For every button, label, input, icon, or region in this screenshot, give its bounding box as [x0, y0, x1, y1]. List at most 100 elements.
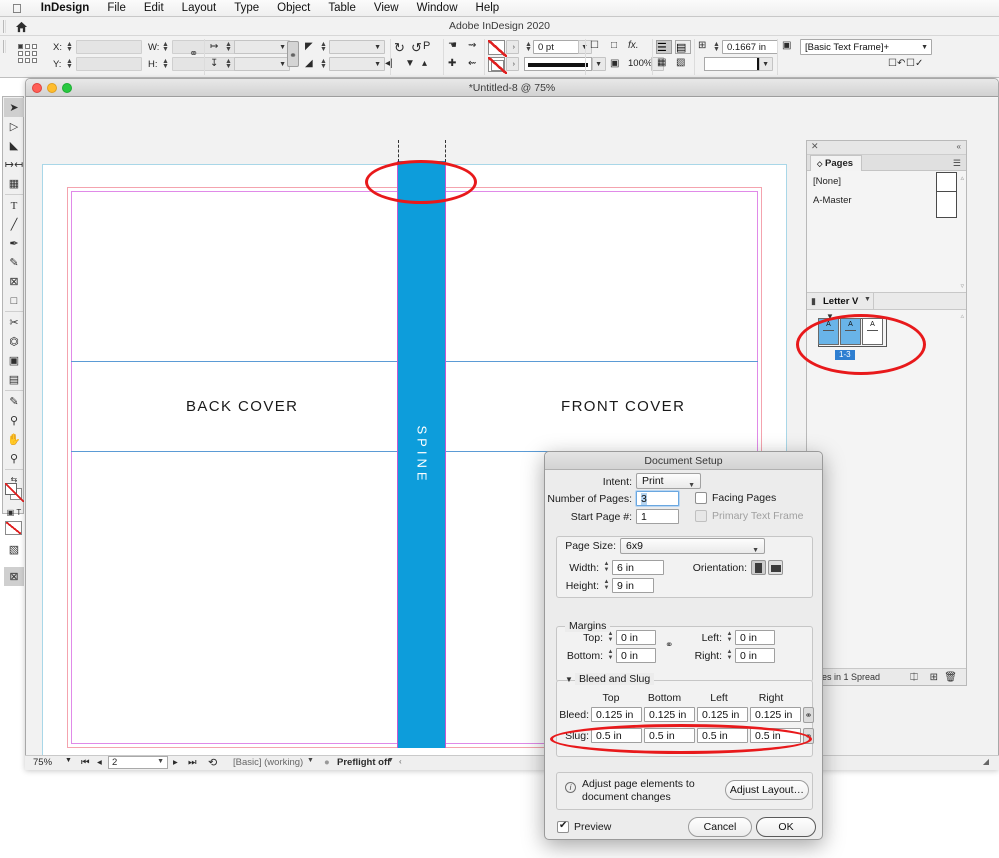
margin-top-field[interactable]: 0 in — [616, 630, 656, 645]
pencil-tool[interactable]: ✎ — [4, 253, 24, 272]
menu-item-file[interactable]: File — [98, 0, 135, 17]
page-size-select[interactable]: 6x9 ▼ — [620, 538, 765, 554]
flip-horizontal-icon[interactable]: ◂| — [385, 58, 393, 69]
menu-item-edit[interactable]: Edit — [135, 0, 173, 17]
scissors-tool[interactable]: ✂ — [4, 313, 24, 332]
rotate-clockwise-icon[interactable]: ↻ — [394, 40, 405, 56]
scale-y-field[interactable]: ▼ — [234, 57, 290, 71]
fx-button[interactable]: fx. — [628, 40, 639, 51]
flip-vertical-icon[interactable]: ▼ — [405, 58, 415, 69]
inset-stepper[interactable]: ▲ ▼ — [712, 40, 721, 53]
facing-pages-checkbox[interactable] — [695, 492, 707, 504]
fill-stroke-swatches[interactable] — [5, 483, 24, 502]
x-stepper[interactable]: ▲ ▼ — [65, 40, 74, 53]
preview-checkbox[interactable] — [557, 820, 569, 833]
chevron-down-icon[interactable]: ▼ — [864, 296, 871, 303]
h-stepper[interactable]: ▲ ▼ — [161, 57, 170, 70]
panel-menu-icon[interactable]: ☰ — [953, 158, 961, 169]
align-bottom-icon[interactable]: ▧ — [676, 57, 685, 68]
masters-list[interactable]: [None] A-Master ▵ ▿ — [807, 171, 966, 293]
apple-icon[interactable]:  — [6, 2, 32, 15]
previous-page-icon[interactable]: ◂ — [97, 757, 102, 768]
stroke-weight-stepper[interactable]: ▲ ▼ — [524, 40, 533, 53]
bleed-chain-link-icon[interactable]: ⚭ — [803, 707, 814, 723]
corner-options-icon[interactable]: ☐ — [590, 40, 599, 51]
zoom-level-value[interactable]: 75% — [33, 757, 52, 768]
tab-pages[interactable]: ◇ Pages — [810, 155, 863, 171]
workspace-dropdown-icon[interactable]: ▼ — [307, 757, 314, 764]
masters-scroll-up-icon[interactable]: ▵ — [960, 174, 964, 182]
stroke-style-dropdown[interactable]: ▼ — [592, 57, 606, 71]
preflight-dropdown-icon[interactable]: ▼ — [387, 757, 394, 764]
shear-stepper[interactable]: ▲ ▼ — [319, 57, 328, 70]
fill-swatch-none[interactable] — [488, 40, 507, 57]
page-thumbnail-2[interactable]: A — [840, 318, 861, 345]
line-tool[interactable]: ╱ — [4, 215, 24, 234]
margin-bottom-stepper[interactable]: ▲ ▼ — [606, 648, 615, 662]
margin-left-stepper[interactable]: ▲ ▼ — [725, 630, 734, 644]
formatting-affects-text-icon[interactable]: ▣ T — [4, 503, 24, 522]
stroke-style-preview[interactable] — [524, 57, 592, 71]
frame-tool[interactable]: ⊠ — [4, 272, 24, 291]
masters-scroll-down-icon[interactable]: ▿ — [960, 282, 964, 290]
margin-top-stepper[interactable]: ▲ ▼ — [606, 630, 615, 644]
align-icon[interactable]: ✚ — [448, 58, 456, 69]
ok-button[interactable]: OK — [756, 817, 816, 837]
y-field[interactable] — [76, 57, 142, 71]
height-stepper[interactable]: ▲ ▼ — [602, 578, 611, 592]
menu-item-layout[interactable]: Layout — [173, 0, 226, 17]
rotation-stepper[interactable]: ▲ ▼ — [319, 40, 328, 53]
width-field[interactable]: 6 in — [612, 560, 664, 575]
chain-link-broken-icon[interactable]: ⚭ — [665, 640, 673, 651]
text-frame-options-icon[interactable]: ☰ — [656, 40, 672, 54]
edit-page-size-icon[interactable]: ⎅ — [910, 669, 918, 686]
close-button[interactable] — [32, 83, 42, 93]
fill-swatch-dropdown[interactable]: › — [506, 40, 519, 54]
bleed-right-field[interactable]: 0.125 in — [750, 707, 801, 722]
text-inset-field[interactable]: 0.1667 in — [722, 40, 778, 54]
stroke-preview-dropdown[interactable]: ▼ — [759, 57, 773, 71]
adjust-layout-button[interactable]: Adjust Layout… — [725, 780, 809, 800]
master-item-a-master[interactable]: A-Master — [813, 195, 852, 206]
menu-item-view[interactable]: View — [365, 0, 408, 17]
pages-list[interactable]: ▼ A A A 1-3 ▵ — [807, 310, 966, 670]
workspace-icon[interactable]: ⟲ — [208, 756, 217, 769]
cancel-button[interactable]: Cancel — [688, 817, 752, 837]
preflight-status-value[interactable]: Preflight off — [337, 757, 390, 768]
flip-vertical-icon-2[interactable]: ▴ — [422, 58, 427, 69]
page-number-field[interactable]: 2 — [112, 757, 117, 768]
slug-left-field[interactable]: 0.5 in — [697, 728, 748, 743]
page-thumbnail-1[interactable]: A — [818, 318, 839, 345]
reference-point-proxy[interactable] — [18, 44, 48, 72]
master-thumbnail-a-master[interactable] — [936, 191, 957, 218]
workspace-value[interactable]: [Basic] (working) — [233, 757, 303, 768]
new-page-icon[interactable]: ⊞ — [930, 669, 938, 686]
portrait-icon[interactable] — [751, 560, 766, 575]
width-stepper[interactable]: ▲ ▼ — [602, 560, 611, 574]
pages-scroll-up-icon[interactable]: ▵ — [960, 312, 964, 320]
last-page-icon[interactable]: ⏭ — [188, 757, 197, 768]
apply-none-icon[interactable] — [5, 521, 22, 535]
preview-mode-icon[interactable]: ⊠ — [4, 567, 24, 586]
close-icon[interactable]: ✕ — [811, 141, 819, 152]
anchor-icon[interactable]: ⇜ — [468, 58, 476, 69]
page-tool[interactable]: ◣ — [4, 136, 24, 155]
intent-select[interactable]: Print ▼ — [636, 473, 701, 489]
gap-tool[interactable]: ↦↤ — [4, 155, 24, 174]
start-page-field[interactable]: 1 — [636, 509, 679, 524]
constrain-scale-icon[interactable]: ⚭ — [287, 41, 299, 67]
note-tool[interactable]: ✎ — [4, 392, 24, 411]
selection-tool[interactable]: ➤ — [4, 98, 24, 117]
vertical-align-icon[interactable]: ▦ — [657, 57, 666, 68]
rectangle-tool[interactable]: □ — [4, 291, 24, 310]
menu-item-help[interactable]: Help — [467, 0, 509, 17]
content-collector-tool[interactable]: ▦ — [4, 174, 24, 193]
master-item-none[interactable]: [None] — [813, 176, 841, 187]
menu-item-object[interactable]: Object — [268, 0, 319, 17]
stroke-preview-2[interactable] — [704, 57, 760, 71]
margin-left-field[interactable]: 0 in — [735, 630, 775, 645]
window-traffic-lights[interactable] — [32, 83, 72, 93]
stroke-swatch-dropdown[interactable]: › — [506, 57, 519, 71]
quick-apply-icon[interactable]: ☐↶ — [888, 58, 905, 69]
status-resize-icon[interactable]: ◢ — [983, 757, 989, 766]
